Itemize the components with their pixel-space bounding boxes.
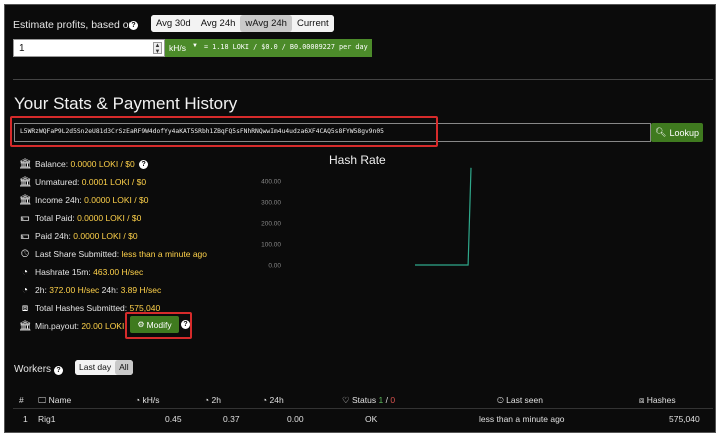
estimate-result: = 1.18 LOKI / $0.0 / B0.00009227 per day [204,43,368,51]
y-tick-label: 100.00 [261,242,281,249]
cell-name: Rig1 [38,414,56,424]
y-tick-label: 300.00 [261,200,281,207]
monitor-icon: 🖵︎ [38,395,47,405]
cell-24h: 0.00 [287,414,304,424]
address-highlight-box [10,116,438,147]
number-spinner-icon[interactable]: ▲ ▼ [153,42,162,55]
workers-help-icon[interactable]: ? [54,366,63,375]
estimate-help-icon[interactable]: ? [129,21,138,30]
bank-icon: 🏛︎ [19,321,32,333]
gauge-icon: ◔ [21,267,29,279]
search-icon: 🔍︎ [655,127,667,137]
unit-caret-icon: ▼ [192,43,198,49]
bank-icon: 🏛︎ [19,177,32,189]
col-24h: ◔ 24h [262,395,284,405]
hashrate2h-value: 372.00 H/sec [49,285,100,295]
cubes-icon: ⧈ [639,395,645,405]
min-payout-row: 🏛︎ Min.payout: 20.00 LOKI [19,321,125,333]
balance-row: 🏛︎ Balance: 0.0000 LOKI / $0 ? [19,157,149,171]
tab-current[interactable]: Current [291,15,334,32]
modify-button[interactable]: ⚙ Modify [130,316,179,333]
y-tick-label: 400.00 [261,179,281,186]
hashrate2h-row: ◔ 2h: 372.00 H/sec 24h: 3.89 H/sec [19,283,161,297]
bank-icon: 🏛︎ [19,195,32,207]
col-2h: ◔ 2h [204,395,221,405]
income-value: 0.0000 LOKI / $0 [84,195,149,205]
modify-help-icon[interactable]: ? [181,320,190,329]
estimate-tabs: Avg 30d Avg 24h wAvg 24h Current [151,15,334,32]
cell-khs: 0.45 [165,414,182,424]
paid24-value: 0.0000 LOKI / $0 [73,231,138,241]
cell-last-seen: less than a minute ago [479,414,565,424]
gear-icon: ⚙ [137,320,145,329]
cell-2h: 0.37 [223,414,240,424]
estimate-result-bar: kH/s ▼ = 1.18 LOKI / $0.0 / B0.00009227 … [165,39,372,57]
cubes-icon: ⧈ [21,303,29,315]
tab-avg-24h[interactable]: Avg 24h [195,15,241,32]
total-paid-row: 💵︎ Total Paid: 0.0000 LOKI / $0 [20,213,142,225]
hashrate24h-value: 3.89 H/sec [120,285,162,295]
hashrate-input-value: 1 [19,43,25,54]
tab-wavg-24h[interactable]: wAvg 24h [240,15,292,32]
bank-icon: 🏛︎ [19,159,32,171]
heartbeat-icon: ♡ [342,395,350,405]
toggle-last-day[interactable]: Last day [75,360,116,375]
lookup-button[interactable]: 🔍︎ Lookup [651,123,703,142]
balance-help-icon[interactable]: ? [139,160,149,170]
clock-icon: 🕓︎ [21,249,29,261]
gauge-icon: ◔ [204,395,210,405]
cell-num: 1 [23,414,28,424]
cell-hashes: 575,040 [669,414,700,424]
unmatured-row: 🏛︎ Unmatured: 0.0001 LOKI / $0 [19,177,147,189]
modify-button-label: Modify [146,319,172,330]
income-row: 🏛︎ Income 24h: 0.0000 LOKI / $0 [19,195,149,207]
divider [13,79,713,80]
total-paid-value: 0.0000 LOKI / $0 [77,213,142,223]
main-frame: Estimate profits, based on ? Avg 30d Avg… [4,4,716,433]
gauge-icon: ◔ [262,395,268,405]
hashrate-input[interactable]: 1 ▲ ▼ [13,39,165,57]
table-divider [13,408,713,409]
estimate-label: Estimate profits, based on [13,19,135,31]
y-tick-label: 200.00 [261,221,281,228]
cell-status: OK [365,414,378,424]
hashrate15-value: 463.00 H/sec [93,267,144,277]
chart-title: Hash Rate [329,153,386,167]
money-icon: 💵︎ [20,231,30,243]
unit-selector[interactable]: kH/s [169,43,186,53]
min-payout-value: 20.00 LOKI [81,321,125,331]
workers-toggle: Last day All [75,360,133,375]
paid24-row: 💵︎ Paid 24h: 0.0000 LOKI / $0 [20,231,138,243]
col-hashes: ⧈ Hashes [639,395,676,405]
col-num: # [19,395,24,405]
clock-icon: 🕓︎ [497,395,504,405]
money-icon: 💵︎ [20,213,30,225]
page-title: Your Stats & Payment History [14,94,238,113]
col-name: 🖵︎ Name [38,395,72,405]
toggle-all[interactable]: All [115,360,133,375]
y-tick-label: 0.00 [268,263,281,270]
balance-value: 0.0000 LOKI / $0 [70,159,135,169]
unmatured-value: 0.0001 LOKI / $0 [81,177,147,187]
gauge-icon: ◔ [135,395,141,405]
last-share-value: less than a minute ago [121,249,208,259]
col-last-seen: 🕓︎ Last seen [497,395,543,405]
last-share-row: 🕓︎ Last Share Submitted: less than a minu… [19,247,207,261]
col-khs: ◔ kH/s [135,395,160,405]
workers-title: Workers [14,364,52,375]
col-status: ♡ Status 1 / 0 [342,395,396,405]
hashrate-series-line [415,167,472,266]
hashrate15-row: ◔ Hashrate 15m: 463.00 H/sec [19,265,143,279]
tab-avg-30d[interactable]: Avg 30d [151,15,196,32]
gauge-icon: ◔ [21,285,29,297]
lookup-button-label: Lookup [669,127,699,138]
hashrate-chart: 400.00 300.00 200.00 100.00 0.00 [261,167,472,270]
